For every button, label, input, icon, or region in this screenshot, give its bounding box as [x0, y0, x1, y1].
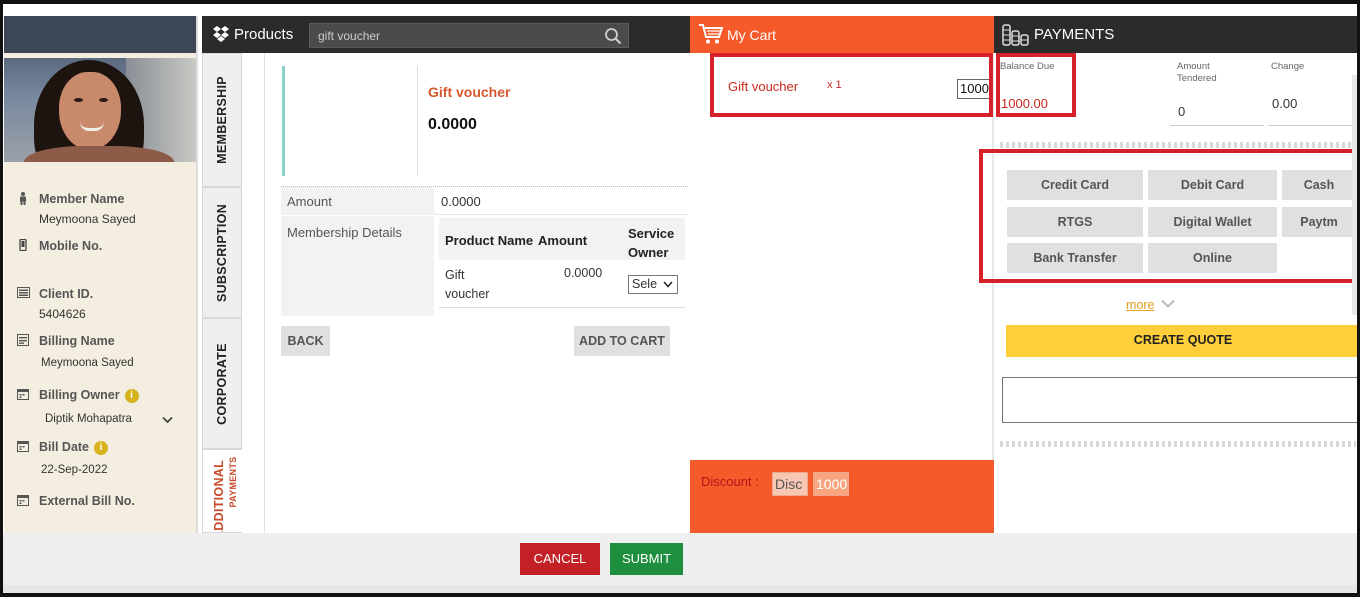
submit-button[interactable]: SUBMIT: [610, 543, 683, 575]
info-icon[interactable]: i: [94, 441, 109, 455]
scrollbar[interactable]: [1352, 75, 1357, 315]
service-owner-select[interactable]: Sele: [628, 275, 678, 294]
membership-details-label: Membership Details: [281, 216, 434, 316]
divider: [1170, 125, 1264, 126]
document-icon: [16, 334, 30, 349]
person-icon: [16, 192, 30, 208]
mobile-label: Mobile No.: [39, 239, 103, 253]
tab-subscription[interactable]: SUBSCRIPTION: [202, 187, 242, 318]
coins-icon: [1002, 23, 1030, 47]
column-service-owner: Service Owner: [628, 226, 675, 260]
product-thumbnail[interactable]: [282, 66, 418, 176]
billing-name-label: Billing Name: [39, 334, 115, 348]
product-name: Gift voucher: [428, 84, 511, 100]
product-price: 0.0000: [428, 116, 477, 133]
chevron-down-icon: [663, 276, 673, 299]
cart-icon: [698, 23, 724, 45]
column-amount: Amount: [538, 233, 588, 248]
create-quote-button[interactable]: CREATE QUOTE: [1006, 325, 1360, 357]
products-title: Products: [234, 26, 294, 43]
amount-tendered-value[interactable]: 0: [1178, 104, 1185, 119]
amount-label: Amount: [281, 187, 434, 215]
search-icon[interactable]: [604, 27, 622, 45]
chevron-down-icon[interactable]: [1161, 297, 1175, 308]
divider: [1000, 142, 1356, 148]
amount-row: Amount 0.0000: [281, 187, 688, 215]
product-category-tabs: MEMBERSHIP SUBSCRIPTION CORPORATE ADDITI…: [202, 53, 242, 533]
id-card-icon: [16, 287, 30, 301]
client-id-label: Client ID.: [39, 287, 94, 301]
divider: [264, 53, 265, 533]
product-search[interactable]: [309, 23, 629, 48]
cart-header: My Cart: [690, 16, 994, 53]
cart-footer: [690, 460, 994, 533]
chevron-down-icon[interactable]: [162, 412, 173, 427]
notes-textarea[interactable]: [1002, 377, 1360, 423]
table-header: Product Name Amount Service Owner: [439, 218, 685, 260]
amount-tendered-label: Amount Tendered: [1177, 61, 1217, 84]
back-button[interactable]: BACK: [281, 326, 330, 356]
payments-header: PAYMENTS: [994, 16, 1360, 53]
dropbox-icon: [212, 25, 230, 43]
footer-strip: [3, 585, 1357, 593]
billing-owner-label: Billing Owner i: [39, 388, 139, 403]
cart-title: My Cart: [727, 27, 776, 43]
member-name-value: Meymoona Sayed: [39, 212, 136, 226]
discount-input[interactable]: Disc: [772, 472, 808, 496]
add-to-cart-button[interactable]: ADD TO CART: [574, 326, 670, 356]
tab-additional-payments[interactable]: ADDITIONAL PAYMENTS: [202, 449, 242, 533]
cell-product-name: Gift voucher: [445, 268, 490, 301]
amount-value: 0.0000: [441, 194, 481, 209]
cell-amount: 0.0000: [564, 266, 603, 280]
external-bill-label: External Bill No.: [39, 494, 135, 508]
member-name-label: Member Name: [39, 192, 125, 206]
balance-due-highlight: [996, 53, 1076, 117]
calendar-icon: [16, 494, 30, 509]
cart-item-highlight: [710, 53, 993, 117]
discount-label: Discount :: [701, 474, 759, 489]
discount-value-input[interactable]: 1000: [813, 472, 849, 496]
profile-header-bar: [4, 16, 196, 53]
divider: [1268, 125, 1354, 126]
product-search-input[interactable]: [310, 24, 595, 47]
tab-membership[interactable]: MEMBERSHIP: [202, 53, 242, 187]
bill-date-value[interactable]: 22-Sep-2022: [41, 464, 108, 476]
table-row: Gift voucher 0.0000 Sele: [439, 260, 685, 308]
member-profile-panel: Member Name Meymoona Sayed Mobile No. Cl…: [4, 16, 198, 533]
mobile-icon: [16, 238, 30, 254]
calendar-icon: [16, 388, 30, 403]
column-product-name: Product Name: [445, 233, 534, 248]
client-id-value: 5404626: [39, 307, 86, 321]
more-link[interactable]: more: [1126, 298, 1154, 312]
change-value: 0.00: [1272, 96, 1298, 111]
calendar-icon: [16, 440, 30, 455]
member-avatar: [4, 58, 196, 162]
cancel-button[interactable]: CANCEL: [520, 543, 600, 575]
billing-owner-select[interactable]: Diptik Mohapatra: [45, 413, 132, 425]
billing-name-value: Meymoona Sayed: [41, 357, 134, 369]
tab-corporate[interactable]: CORPORATE: [202, 318, 242, 449]
payment-methods-highlight: [979, 149, 1360, 283]
products-header: Products: [202, 16, 690, 53]
payments-title: PAYMENTS: [1034, 26, 1115, 43]
change-label: Change: [1271, 61, 1305, 72]
bill-date-label: Bill Date i: [39, 440, 109, 455]
divider: [1000, 441, 1356, 447]
info-icon[interactable]: i: [124, 389, 139, 403]
